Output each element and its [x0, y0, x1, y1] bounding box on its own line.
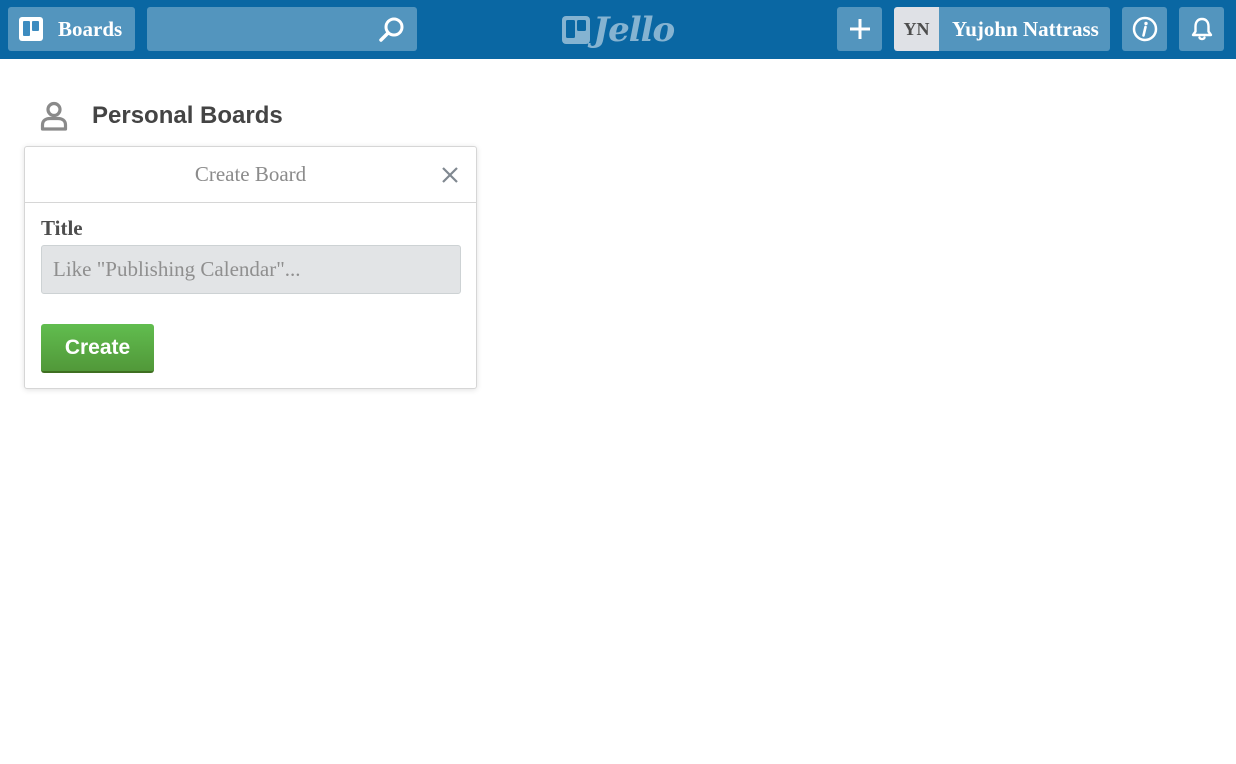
close-icon[interactable]	[440, 165, 460, 185]
avatar: YN	[894, 7, 939, 51]
popover-header: Create Board	[25, 147, 476, 203]
search-icon[interactable]	[379, 16, 405, 42]
board-title-input[interactable]	[41, 245, 461, 294]
notifications-button[interactable]	[1179, 7, 1224, 51]
user-name: Yujohn Nattrass	[952, 16, 1099, 41]
info-button[interactable]	[1122, 7, 1167, 51]
boards-icon	[19, 17, 43, 41]
info-icon	[1132, 16, 1158, 42]
boards-button[interactable]: Boards	[8, 7, 135, 51]
create-board-popover: Create Board Title Create	[24, 146, 477, 389]
top-header: Boards Jello YN Yujohn Nattrass	[0, 0, 1236, 59]
logo-text: Jello	[593, 10, 675, 50]
personal-boards-heading: Personal Boards	[40, 101, 283, 131]
create-button[interactable]: Create	[41, 324, 154, 373]
title-field-label: Title	[41, 216, 83, 240]
popover-title: Create Board	[194, 162, 307, 186]
plus-icon	[849, 18, 871, 40]
section-title: Personal Boards	[92, 102, 283, 129]
person-icon	[40, 101, 68, 131]
search-box[interactable]	[147, 7, 417, 51]
bell-icon	[1189, 16, 1215, 42]
add-button[interactable]	[837, 7, 882, 51]
app-logo[interactable]: Jello	[562, 10, 675, 50]
boards-button-label: Boards	[58, 16, 123, 41]
search-input[interactable]	[147, 7, 377, 51]
user-menu-button[interactable]: YN Yujohn Nattrass	[894, 7, 1110, 51]
jello-logo-icon	[562, 16, 590, 44]
